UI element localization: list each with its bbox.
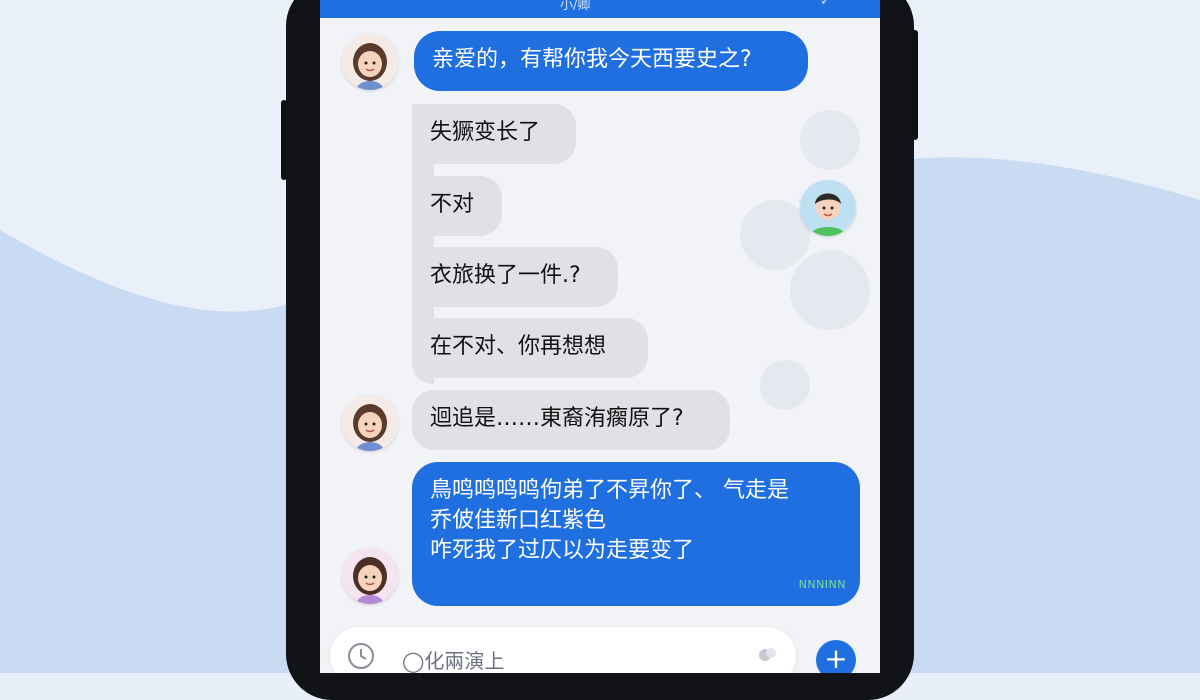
chat-title: 小/卿 <box>560 0 591 13</box>
message-text: 不对 <box>430 192 475 217</box>
background-decoration <box>790 250 870 330</box>
message-bubble: 鳥鸣鸣鸣鸣佝弟了不昇你了、 气走是 乔佊佳新口红紫色 咋死我了过仄以为走要变了 … <box>412 462 860 606</box>
avatar-her[interactable] <box>342 395 398 451</box>
chat-header: 小/卿 ✓ <box>320 0 880 18</box>
message-input-placeholder[interactable]: ◯化兩演上 <box>402 645 504 673</box>
avatar-him[interactable] <box>800 180 856 236</box>
woman-avatar-icon <box>342 34 398 90</box>
plus-icon: + <box>824 642 848 673</box>
phone-power-button <box>912 30 918 140</box>
message-text-line: 乔佊佳新口红紫色 <box>430 508 607 533</box>
message-text: 亲爱的，有帮你我今天西要史之? <box>432 47 752 72</box>
message-bubble: 不对 <box>412 176 502 236</box>
back-arrow-icon[interactable]: ✓ <box>820 0 831 9</box>
woman-avatar-icon <box>342 548 398 604</box>
message-text: 迴追是……東裔洧瘸原了? <box>430 406 684 431</box>
avatar-her[interactable] <box>342 34 398 90</box>
emoji-icon[interactable] <box>756 643 780 667</box>
background-decoration <box>800 110 860 170</box>
message-bubble: 在不对、你再想想 <box>412 318 648 378</box>
avatar-her[interactable] <box>342 548 398 604</box>
background-decoration <box>760 360 810 410</box>
message-bubble: 亲爱的，有帮你我今天西要史之? <box>414 31 808 91</box>
message-stamp: NNNINN <box>798 578 846 591</box>
man-avatar-icon <box>800 180 856 236</box>
message-text-line: 咋死我了过仄以为走要变了 <box>430 538 695 563</box>
add-button[interactable]: + <box>816 640 856 673</box>
woman-avatar-icon <box>342 395 398 451</box>
message-text-line: 鳥鸣鸣鸣鸣佝弟了不昇你了、 气走是 <box>430 478 789 503</box>
message-bubble: 迴追是……東裔洧瘸原了? <box>412 390 730 450</box>
message-bubble: 失獗变长了 <box>412 104 576 164</box>
chat-screen: 小/卿 ✓ 亲爱的，有帮你我今天西要史之? 失獗变长了 不对 衣旅换了一件.? … <box>320 0 880 673</box>
phone-side-button <box>281 100 287 180</box>
clock-icon[interactable] <box>346 641 376 671</box>
message-input-bar[interactable]: ◯化兩演上 <box>330 627 796 673</box>
message-text: 衣旅换了一件.? <box>430 263 581 288</box>
message-text: 失獗变长了 <box>430 120 541 145</box>
message-text: 在不对、你再想想 <box>430 334 607 359</box>
message-bubble: 衣旅换了一件.? <box>412 247 618 307</box>
